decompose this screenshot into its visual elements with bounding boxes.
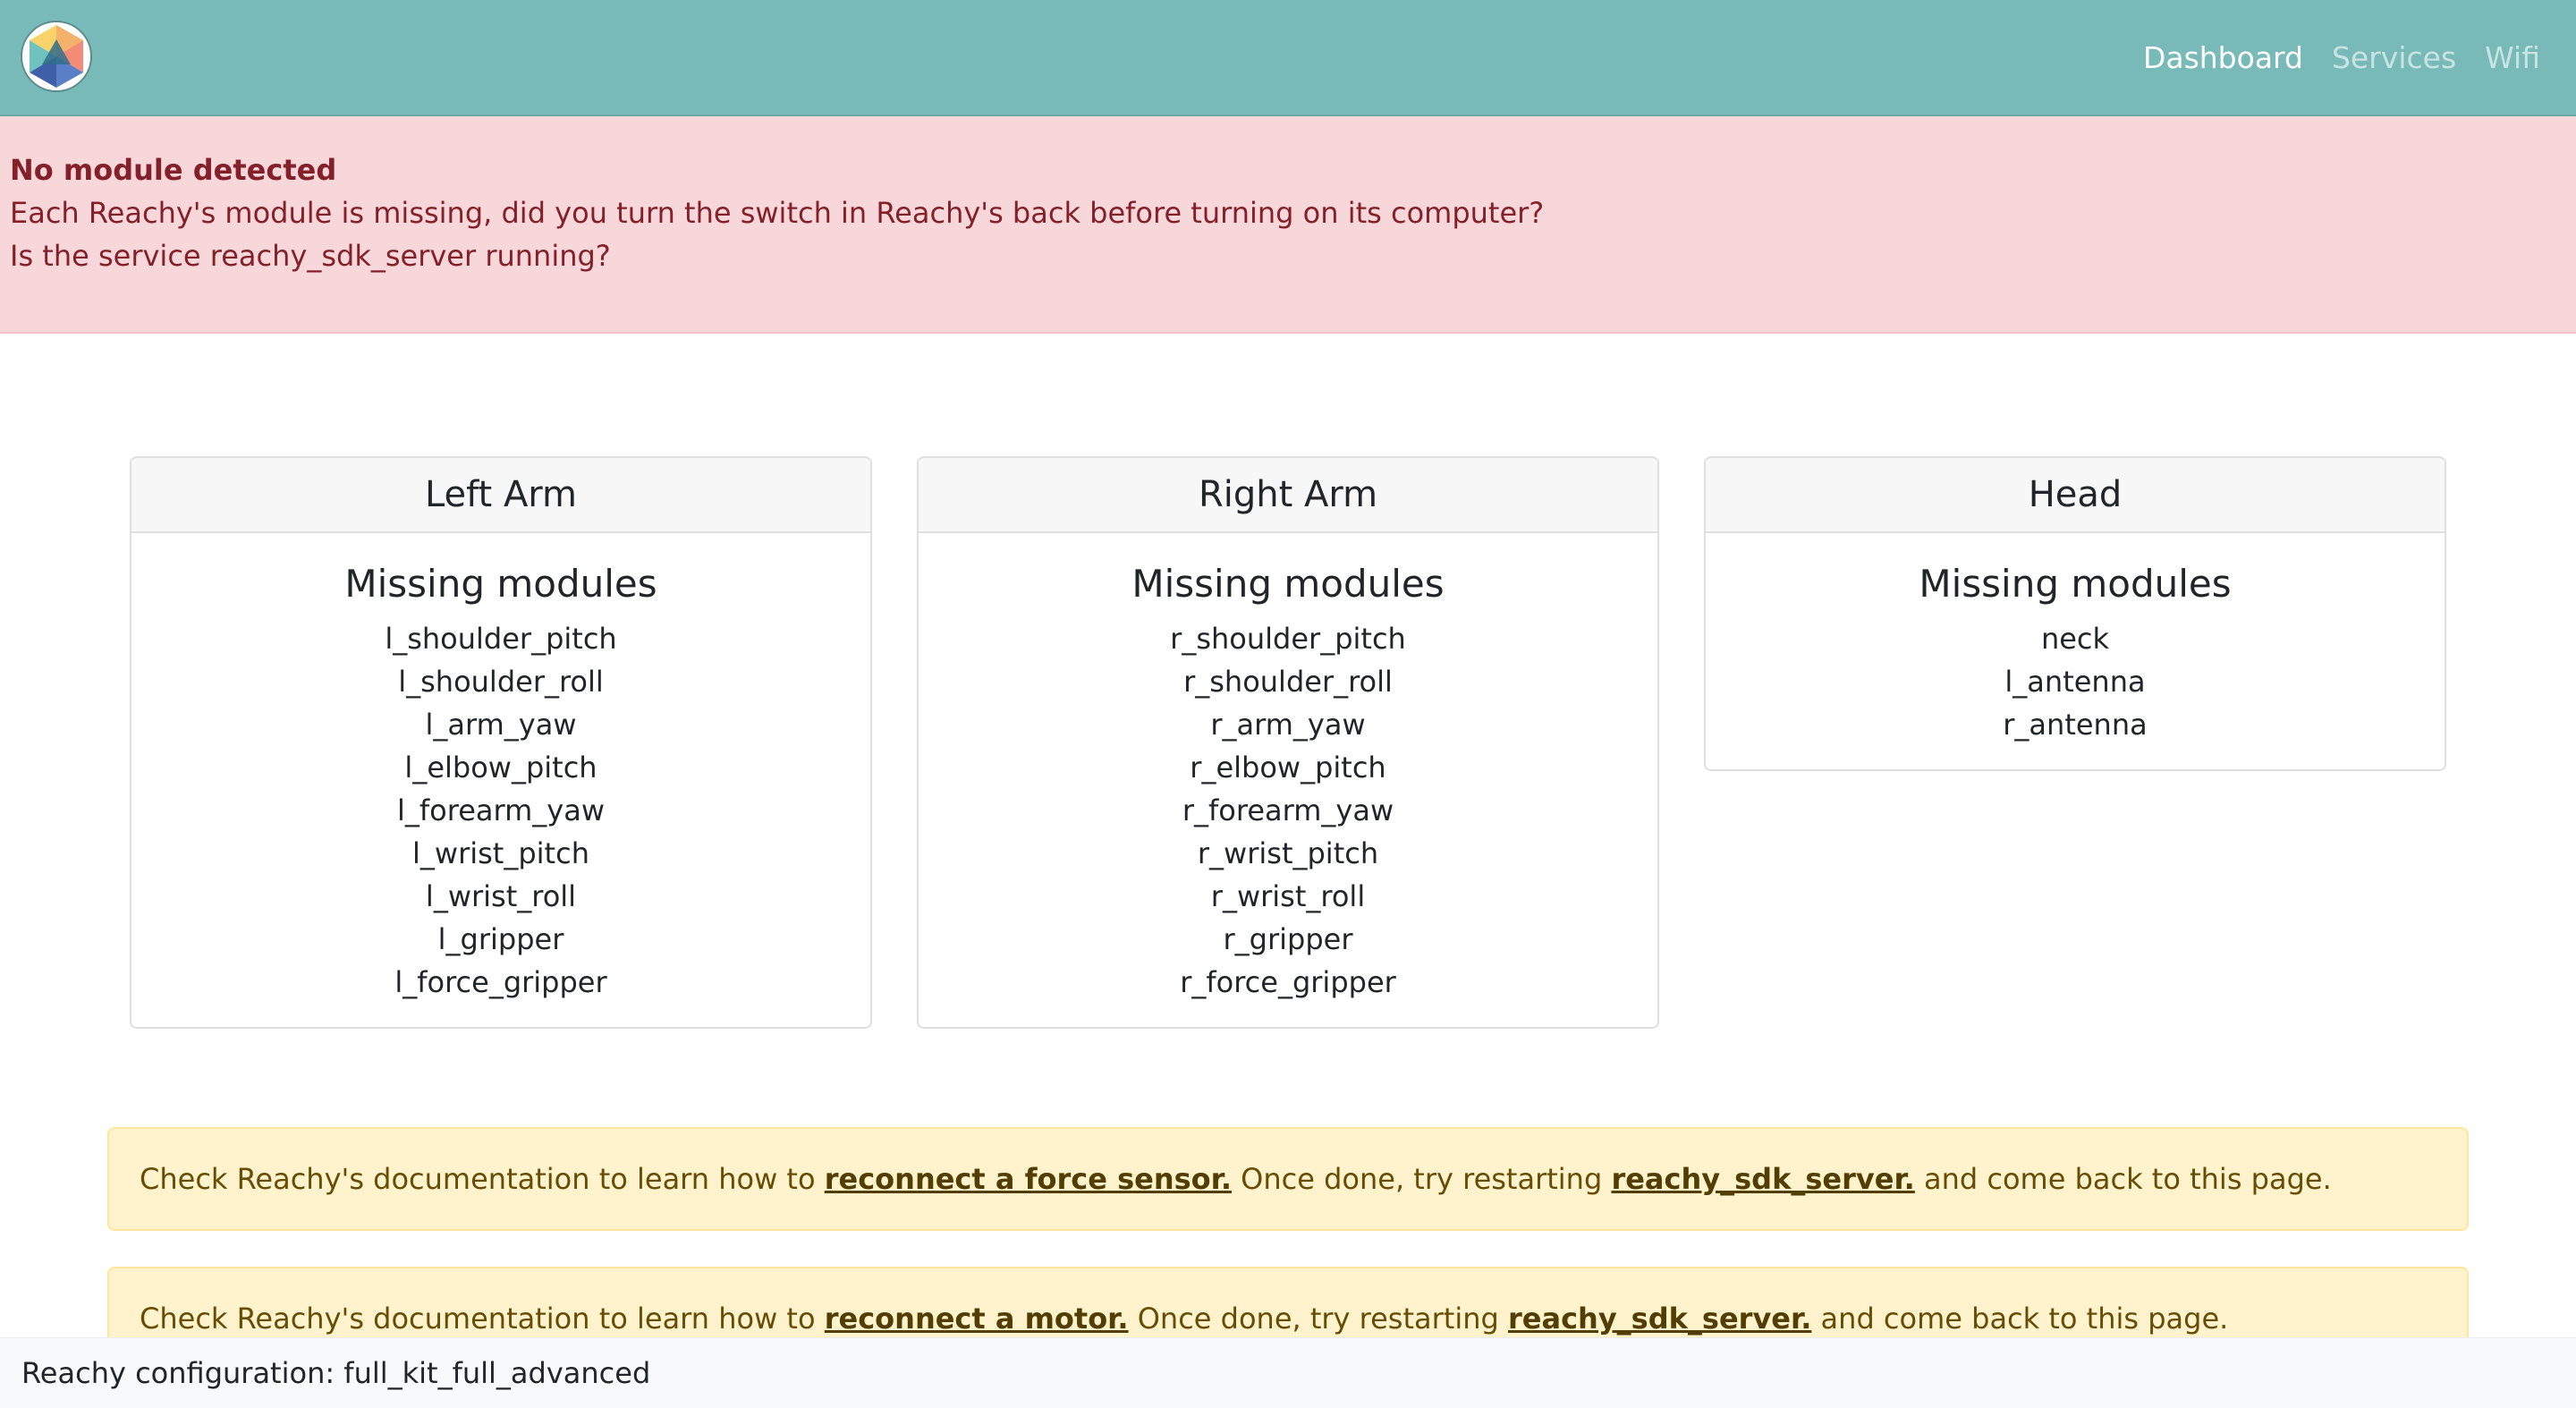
missing-modules-title: Missing modules (1131, 562, 1445, 606)
module-item: l_forearm_yaw (397, 793, 605, 827)
reachy-sdk-server-link[interactable]: reachy_sdk_server. (1611, 1162, 1914, 1196)
card-body-right-arm: Missing modules r_shoulder_pitch r_shoul… (919, 533, 1657, 1027)
module-item: r_gripper (1223, 922, 1353, 956)
module-item: r_force_gripper (1180, 965, 1396, 999)
module-item: r_antenna (2003, 708, 2148, 742)
missing-modules-title: Missing modules (344, 562, 657, 606)
card-left-arm: Left Arm Missing modules l_shoulder_pitc… (130, 456, 872, 1029)
reconnect-motor-link[interactable]: reconnect a motor. (825, 1302, 1129, 1336)
nav-wifi[interactable]: Wifi (2485, 40, 2540, 75)
reachy-sdk-server-link[interactable]: reachy_sdk_server. (1508, 1302, 1811, 1336)
module-item: r_arm_yaw (1210, 708, 1366, 742)
card-body-head: Missing modules neck l_antenna r_antenna (1706, 533, 2445, 769)
module-item: r_elbow_pitch (1190, 751, 1386, 785)
reachy-logo-icon[interactable] (20, 20, 93, 93)
card-header-head: Head (1706, 458, 2445, 533)
module-item: l_gripper (437, 922, 564, 956)
alert-message-1: Each Reachy's module is missing, did you… (10, 196, 1545, 230)
reconnect-force-sensor-link[interactable]: reconnect a force sensor. (825, 1162, 1232, 1196)
warning-text: and come back to this page. (1924, 1162, 2332, 1196)
warning-text: Once done, try restarting (1241, 1162, 1603, 1196)
module-item: l_force_gripper (394, 965, 607, 999)
alert-title: No module detected (10, 153, 337, 187)
module-item: l_antenna (2004, 665, 2146, 699)
force-sensor-warning: Check Reachy's documentation to learn ho… (107, 1127, 2469, 1231)
nav-services[interactable]: Services (2332, 40, 2456, 75)
warning-text: Check Reachy's documentation to learn ho… (140, 1302, 816, 1336)
module-item: neck (2040, 622, 2110, 656)
missing-modules-title: Missing modules (1919, 562, 2232, 606)
configuration-text: Reachy configuration: full_kit_full_adva… (21, 1356, 651, 1390)
nav-dashboard[interactable]: Dashboard (2143, 40, 2303, 75)
warning-text: and come back to this page. (1820, 1302, 2229, 1336)
card-header-left-arm: Left Arm (131, 458, 870, 533)
module-item: r_shoulder_roll (1183, 665, 1393, 699)
module-item: l_wrist_pitch (412, 836, 589, 870)
configuration-footer: Reachy configuration: full_kit_full_adva… (0, 1337, 2576, 1408)
card-right-arm: Right Arm Missing modules r_shoulder_pit… (917, 456, 1659, 1029)
module-item: r_forearm_yaw (1182, 793, 1394, 827)
top-navbar: Dashboard Services Wifi (0, 0, 2576, 116)
module-item: l_wrist_roll (425, 879, 577, 913)
module-item: r_wrist_pitch (1197, 836, 1379, 870)
alert-message-2: Is the service reachy_sdk_server running… (10, 239, 611, 273)
card-head: Head Missing modules neck l_antenna r_an… (1704, 456, 2446, 771)
module-item: l_shoulder_pitch (385, 622, 617, 656)
module-item: l_arm_yaw (425, 708, 577, 742)
module-item: r_shoulder_pitch (1170, 622, 1406, 656)
nav-links: Dashboard Services Wifi (2143, 0, 2540, 115)
card-header-right-arm: Right Arm (919, 458, 1657, 533)
card-body-left-arm: Missing modules l_shoulder_pitch l_shoul… (131, 533, 870, 1027)
warning-text: Check Reachy's documentation to learn ho… (140, 1162, 816, 1196)
module-item: l_shoulder_roll (398, 665, 604, 699)
module-item: l_elbow_pitch (404, 751, 597, 785)
module-item: r_wrist_roll (1210, 879, 1366, 913)
no-module-alert: No module detected Each Reachy's module … (0, 116, 2576, 334)
warning-text: Once done, try restarting (1137, 1302, 1499, 1336)
